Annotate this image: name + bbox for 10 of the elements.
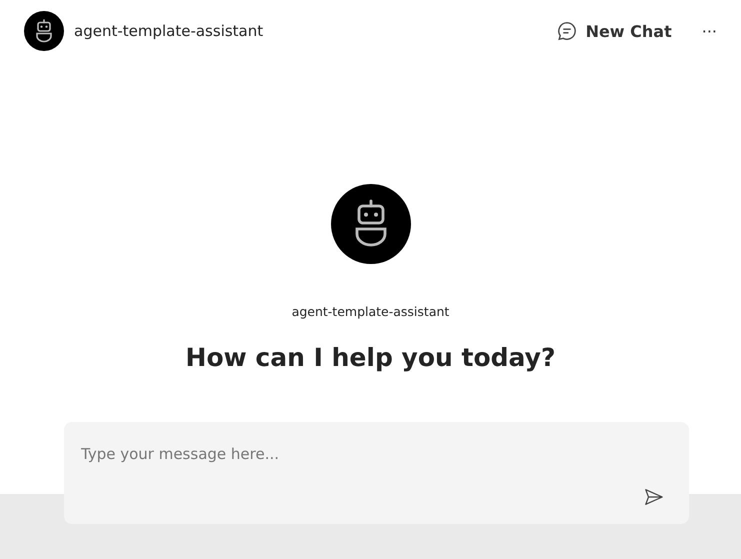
chat-bubble-icon[interactable] [556, 20, 578, 42]
send-icon[interactable] [643, 486, 665, 508]
message-input[interactable]: Type your message here... [79, 444, 583, 464]
more-options-button[interactable]: ··· [696, 18, 723, 44]
new-chat-button[interactable]: New Chat [550, 16, 678, 46]
agent-name: agent-template-assistant [292, 304, 450, 319]
robot-avatar-icon [24, 11, 64, 51]
welcome-heading: How can I help you today? [186, 343, 556, 372]
agent-name: agent-template-assistant [74, 22, 264, 40]
robot-avatar-icon [330, 184, 410, 264]
